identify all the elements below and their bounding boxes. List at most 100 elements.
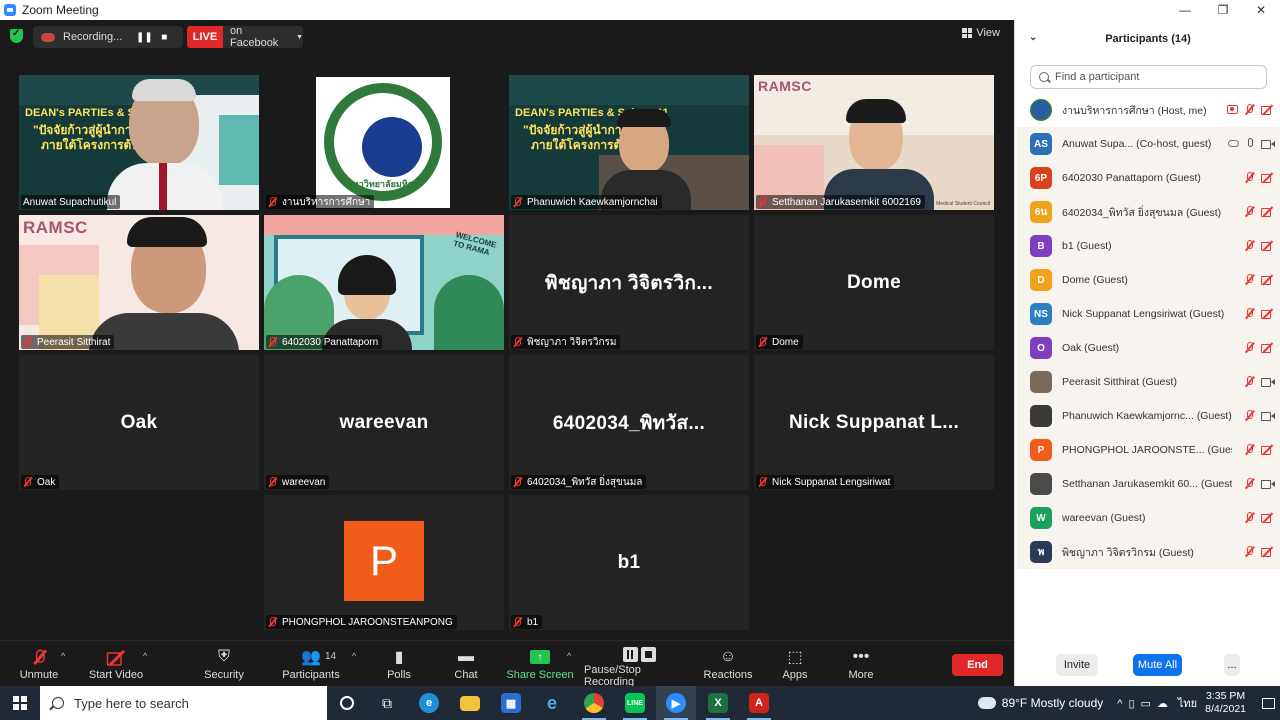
task-view-button[interactable]: ⧉ — [367, 686, 407, 720]
participant-name: wareevan (Guest) — [1062, 512, 1146, 524]
video-tile[interactable]: RAMSC Medical Student Council Setthanan … — [754, 75, 994, 210]
share-screen-button[interactable]: ↑ Share Screen — [505, 647, 575, 687]
participant-row[interactable]: Wwareevan (Guest) — [1017, 501, 1280, 535]
tile-name: PHONGPHOL JAROONSTEANPONG — [282, 616, 453, 628]
video-tile[interactable]: Nick Suppanat L... Nick Suppanat Lengsir… — [754, 355, 994, 490]
notification-center-button[interactable] — [1256, 686, 1280, 720]
start-button[interactable] — [0, 686, 40, 720]
video-tile[interactable]: พิชญาภา วิจิตรวิก... พิชญาภา วิจิตรวิกรม — [509, 215, 749, 350]
chat-button[interactable]: ▬ Chat — [431, 647, 501, 687]
video-options-caret-icon[interactable]: ^ — [143, 651, 147, 661]
participant-name-placeholder: พิชญาภา วิจิตรวิก... — [545, 272, 713, 294]
chrome-app[interactable] — [574, 686, 614, 720]
panel-more-button[interactable]: ... — [1224, 654, 1240, 676]
participants-options-caret-icon[interactable]: ^ — [352, 651, 356, 661]
end-meeting-button[interactable]: End — [952, 654, 1003, 676]
mute-all-button[interactable]: Mute All — [1133, 654, 1182, 676]
participant-status-icons — [1227, 104, 1274, 115]
video-tile[interactable]: Dome Dome — [754, 215, 994, 350]
line-app[interactable]: LINE — [615, 686, 655, 720]
video-tile[interactable]: มหาวิทยาลัยมหิดล งานบริหารการศึกษา — [264, 75, 504, 210]
tray-icons[interactable]: ^▯▭☁ — [1117, 697, 1174, 710]
pause-stop-recording-button[interactable]: Pause/Stop Recording — [584, 647, 694, 688]
start-video-button[interactable]: Start Video — [81, 647, 151, 687]
weather-text[interactable]: 89°F Mostly cloudy — [1002, 696, 1104, 710]
windows-taskbar: Type here to search ⧉ e ▦ e LINE ▶ X A 8… — [0, 686, 1280, 720]
encryption-shield-icon[interactable] — [10, 28, 23, 43]
participant-row[interactable]: NS Nick Suppanat Lengsiriwat (Guest) — [1017, 297, 1280, 331]
participant-row[interactable]: Setthanan Jarukasemkit 60... (Guest) — [1017, 467, 1280, 501]
excel-app[interactable]: X — [698, 686, 738, 720]
audio-options-caret-icon[interactable]: ^ — [61, 651, 65, 661]
video-tile[interactable]: RAMSC Peerasit Sitthirat — [19, 215, 259, 350]
participant-row[interactable]: พ พิชญาภา วิจิตรวิกรม (Guest) — [1017, 535, 1280, 569]
minimize-button[interactable]: — — [1166, 0, 1204, 20]
video-tile[interactable]: Oak Oak — [19, 355, 259, 490]
video-tile[interactable]: DEAN's PARTIEs & Scie 11 "ปัจจัยก้าวสู่ผ… — [509, 75, 749, 210]
video-tile[interactable]: b1 b1 — [509, 495, 749, 630]
ie-app[interactable]: e — [532, 686, 572, 720]
close-button[interactable]: ✕ — [1242, 0, 1280, 20]
pause-recording-icon[interactable]: ❚❚ — [136, 29, 153, 45]
more-button[interactable]: ••• More — [826, 647, 896, 687]
panel-title: Participants (14) — [1105, 33, 1191, 45]
apps-button[interactable]: ⬚ Apps — [760, 647, 830, 687]
live-target-dropdown[interactable]: on Facebook ▼ — [223, 25, 303, 49]
participant-row[interactable]: Phanuwich Kaewkamjornc... (Guest) — [1017, 399, 1280, 433]
reactions-button[interactable]: ☺ Reactions — [693, 647, 763, 687]
tile-name-label: Nick Suppanat Lengsiriwat — [756, 475, 895, 489]
video-tile[interactable]: WELCOME TO RAMA 6402030 Panattaporn — [264, 215, 504, 350]
live-badge[interactable]: LIVE — [187, 26, 223, 48]
tile-name-label: งานบริหารการศึกษา — [266, 195, 375, 209]
participant-row[interactable]: 6น 6402034_พิทวัส ยิ่งสุขนมล (Guest) — [1017, 195, 1280, 229]
participant-row[interactable]: งานบริหารการศึกษา (Host, me) — [1017, 93, 1280, 127]
logo-caption: มหาวิทยาลัยมหิดล — [346, 179, 420, 189]
video-on-icon — [1261, 479, 1275, 489]
chevron-down-icon[interactable]: ⌄ — [1029, 32, 1037, 43]
participant-row[interactable]: Bb1 (Guest) — [1017, 229, 1280, 263]
participant-row[interactable]: D Dome (Guest) — [1017, 263, 1280, 297]
system-tray: 89°F Mostly cloudy ^▯▭☁ ไทย 3:35 PM 8/4/… — [977, 686, 1280, 720]
participant-row[interactable]: P PHONGPHOL JAROONSTE... (Guest) — [1017, 433, 1280, 467]
video-tile[interactable]: P PHONGPHOL JAROONSTEANPONG — [264, 495, 504, 630]
share-options-caret-icon[interactable]: ^ — [567, 651, 571, 661]
view-button[interactable]: View — [962, 27, 1000, 39]
file-explorer-app[interactable] — [450, 686, 490, 720]
pause-stop-label: Pause/Stop Recording — [584, 664, 641, 688]
security-button[interactable]: ⛨ Security — [189, 647, 259, 687]
mic-muted-icon — [1245, 410, 1254, 421]
video-tile[interactable]: wareevan wareevan — [264, 355, 504, 490]
edge-app[interactable]: e — [409, 686, 449, 720]
mic-muted-icon — [23, 337, 32, 347]
start-video-label: Start Video — [88, 669, 144, 681]
excel-icon: X — [708, 693, 728, 713]
mic-muted-icon — [1245, 274, 1254, 285]
video-tile[interactable]: 6402034_พิทวัส... 6402034_พิทวัส ยิ่งสุข… — [509, 355, 749, 490]
apps-label: Apps — [782, 669, 808, 681]
participant-search-input[interactable]: Find a participant — [1030, 65, 1267, 89]
participant-row[interactable]: 6P 6402030 Panattaporn (Guest) — [1017, 161, 1280, 195]
meeting-toolbar: Unmute ^ Start Video ^ ⛨ Security 👥 Part… — [0, 640, 1014, 688]
acrobat-app[interactable]: A — [739, 686, 779, 720]
tile-name-label: Peerasit Sitthirat — [21, 335, 115, 349]
language-indicator[interactable]: ไทย — [1178, 694, 1197, 712]
line-chat-icon: LINE — [625, 693, 645, 713]
maximize-button[interactable]: ❐ — [1204, 0, 1242, 20]
stop-recording-icon[interactable]: ■ — [156, 29, 172, 45]
pause-stop-icon — [622, 647, 656, 662]
participant-name: 6402034_พิทวัส ยิ่งสุขนมล (Guest) — [1062, 206, 1222, 219]
store-app[interactable]: ▦ — [491, 686, 531, 720]
participant-row[interactable]: O Oak (Guest) — [1017, 331, 1280, 365]
polls-label: Polls — [387, 669, 411, 681]
invite-button[interactable]: Invite — [1056, 654, 1098, 676]
taskbar-clock[interactable]: 3:35 PM 8/4/2021 — [1205, 690, 1246, 716]
participant-name: Setthanan Jarukasemkit 60... (Guest) — [1062, 478, 1232, 490]
participant-row[interactable]: Peerasit Sitthirat (Guest) — [1017, 365, 1280, 399]
taskbar-search-box[interactable]: Type here to search — [40, 686, 327, 720]
zoom-app[interactable]: ▶ — [656, 686, 696, 720]
participant-row[interactable]: AS Anuwat Supa... (Co-host, guest) — [1017, 127, 1280, 161]
polls-button[interactable]: ▮ Polls — [364, 647, 434, 687]
participant-avatar — [1030, 405, 1052, 427]
cortana-button[interactable] — [327, 686, 367, 720]
video-tile[interactable]: DEAN's PARTIEs & Scien "ปัจจัยก้าวสู่ผู้… — [19, 75, 259, 210]
